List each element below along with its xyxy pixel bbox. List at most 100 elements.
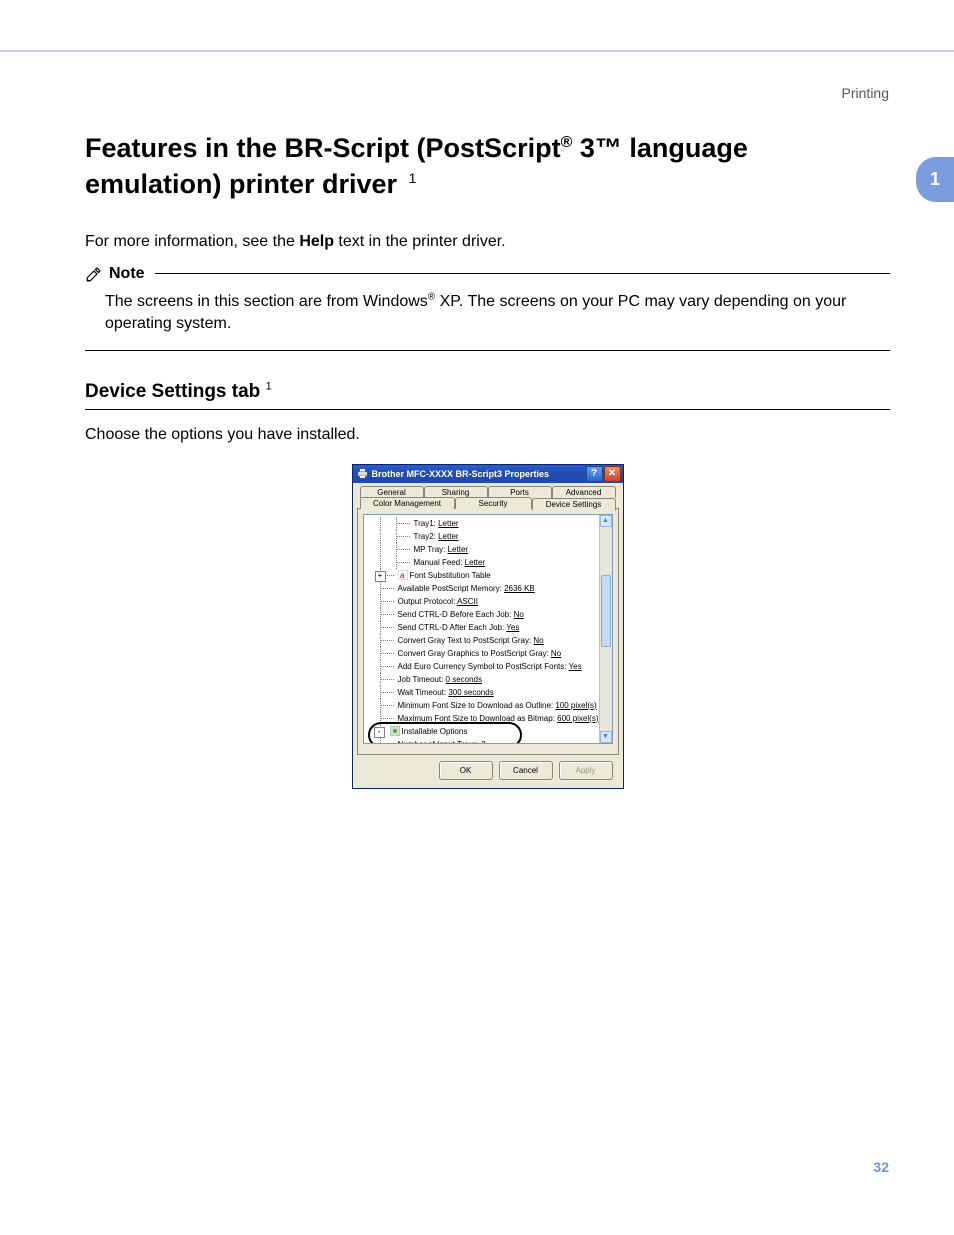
apply-button[interactable]: Apply — [559, 761, 613, 780]
intro-paragraph: For more information, see the Help text … — [85, 233, 890, 251]
page-title: Features in the BR-Script (PostScript® 3… — [85, 130, 890, 203]
tree-item[interactable]: Manual Feed: Letter — [368, 556, 612, 569]
tree-item-label: Manual Feed: — [414, 558, 465, 567]
note-body-pre: The screens in this section are from Win… — [105, 293, 428, 310]
tree-item[interactable]: Convert Gray Graphics to PostScript Gray… — [368, 647, 612, 660]
tree-item-value[interactable]: 100 pixel(s) — [555, 701, 596, 710]
cancel-button[interactable]: Cancel — [499, 761, 553, 780]
tab-security[interactable]: Security — [455, 497, 532, 509]
printer-app-icon — [357, 468, 368, 479]
header-section-label: Printing — [842, 85, 889, 101]
tab-device-settings[interactable]: Device Settings — [532, 498, 616, 511]
section-rule — [85, 409, 890, 410]
tree-item[interactable]: - Installable Options — [368, 725, 612, 738]
tree-item-label: Send CTRL-D After Each Job: — [398, 623, 507, 632]
note-pencil-icon — [85, 265, 103, 283]
note-label: Note — [109, 265, 145, 283]
title-part-1: Features in the BR-Script (PostScript — [85, 133, 561, 163]
note-body: The screens in this section are from Win… — [85, 291, 890, 336]
tree-item[interactable]: + aFont Substitution Table — [368, 569, 612, 582]
tree-item-label: Send CTRL-D Before Each Job: — [398, 610, 514, 619]
tree-item-label: Wait Timeout: — [398, 688, 449, 697]
tree-item[interactable]: Job Timeout: 0 seconds — [368, 673, 612, 686]
tree-item[interactable]: Number of Input Trays: 2 — [368, 738, 612, 744]
settings-tree[interactable]: Tray1: LetterTray2: LetterMP Tray: Lette… — [363, 514, 613, 744]
tree-item-label: Convert Gray Graphics to PostScript Gray… — [398, 649, 551, 658]
section-heading-marker: 1 — [266, 380, 272, 392]
tree-item-label: MP Tray: — [414, 545, 448, 554]
page-number: 32 — [873, 1159, 889, 1175]
tree-item[interactable]: Send CTRL-D Before Each Job: No — [368, 608, 612, 621]
tree-item[interactable]: Output Protocol: ASCII — [368, 595, 612, 608]
tab-color-management[interactable]: Color Management — [360, 497, 455, 509]
tree-item-value[interactable]: Letter — [438, 532, 458, 541]
scroll-thumb[interactable] — [601, 575, 611, 647]
section-intro: Choose the options you have installed. — [85, 426, 890, 444]
tab-panel: Tray1: LetterTray2: LetterMP Tray: Lette… — [357, 508, 619, 755]
tree-item-value[interactable]: 2636 KB — [504, 584, 535, 593]
tree-item-value[interactable]: Letter — [438, 519, 458, 528]
tree-item-label: Number of Input Trays: — [398, 740, 482, 744]
tree-item[interactable]: Wait Timeout: 300 seconds — [368, 686, 612, 699]
font-icon: a — [398, 570, 408, 580]
tree-item[interactable]: Tray2: Letter — [368, 530, 612, 543]
collapse-icon[interactable]: - — [374, 727, 385, 738]
tree-item-label: Minimum Font Size to Download as Outline… — [398, 701, 556, 710]
tree-item[interactable]: Send CTRL-D After Each Job: Yes — [368, 621, 612, 634]
tree-item-label: Job Timeout: — [398, 675, 446, 684]
chapter-thumb-tab: 1 — [916, 157, 954, 202]
close-button[interactable]: ✕ — [604, 466, 621, 482]
expand-icon[interactable]: + — [375, 571, 386, 582]
tree-item-value[interactable]: No — [514, 610, 524, 619]
tree-item-label: Convert Gray Text to PostScript Gray: — [398, 636, 534, 645]
tree-item[interactable]: Add Euro Currency Symbol to PostScript F… — [368, 660, 612, 673]
tree-item[interactable]: Convert Gray Text to PostScript Gray: No — [368, 634, 612, 647]
tree-item-label: Maximum Font Size to Download as Bitmap: — [398, 714, 558, 723]
tree-item-label: Add Euro Currency Symbol to PostScript F… — [398, 662, 569, 671]
scroll-up-arrow[interactable]: ▲ — [600, 515, 612, 527]
tree-item[interactable]: Maximum Font Size to Download as Bitmap:… — [368, 712, 612, 725]
tree-item-value[interactable]: 600 pixel(s) — [557, 714, 598, 723]
tree-item[interactable]: Available PostScript Memory: 2636 KB — [368, 582, 612, 595]
title-sub-marker: 1 — [409, 170, 417, 186]
tree-item-label: Output Protocol: — [398, 597, 458, 606]
tree-item-value[interactable]: Yes — [569, 662, 582, 671]
options-icon — [390, 726, 400, 736]
tree-item-label: Tray1: — [414, 519, 439, 528]
help-button[interactable]: ? — [586, 466, 603, 482]
scroll-down-arrow[interactable]: ▼ — [600, 731, 612, 743]
intro-post: text in the printer driver. — [334, 233, 506, 250]
tree-item-label: Installable Options — [402, 727, 468, 736]
tree-item-value[interactable]: Letter — [465, 558, 485, 567]
tree-item-value[interactable]: Yes — [506, 623, 519, 632]
dialog-titlebar[interactable]: Brother MFC-XXXX BR-Script3 Properties ?… — [353, 465, 623, 483]
tree-scrollbar[interactable]: ▲ ▼ — [599, 515, 612, 743]
tree-item-value[interactable]: Letter — [448, 545, 468, 554]
dialog-title-text: Brother MFC-XXXX BR-Script3 Properties — [372, 469, 550, 479]
tree-item-value[interactable]: ASCII — [457, 597, 478, 606]
intro-pre: For more information, see the — [85, 233, 299, 250]
note-bottom-rule — [85, 350, 890, 351]
tree-item-label: Font Substitution Table — [410, 571, 491, 580]
registered-symbol: ® — [561, 134, 573, 151]
tab-strip: General Sharing Ports Advanced Color Man… — [357, 486, 619, 755]
tree-item-value[interactable]: 2 — [481, 740, 485, 744]
section-heading: Device Settings tab 1 — [85, 381, 890, 403]
intro-bold: Help — [299, 233, 334, 250]
tree-item-value[interactable]: 300 seconds — [448, 688, 493, 697]
tree-item-value[interactable]: No — [551, 649, 561, 658]
tree-item-value[interactable]: 0 seconds — [446, 675, 482, 684]
section-heading-text: Device Settings tab — [85, 381, 260, 402]
footer-accent-bar — [902, 1157, 954, 1179]
properties-dialog: Brother MFC-XXXX BR-Script3 Properties ?… — [352, 464, 624, 789]
tree-item[interactable]: Minimum Font Size to Download as Outline… — [368, 699, 612, 712]
tree-item[interactable]: Tray1: Letter — [368, 517, 612, 530]
tree-item-label: Tray2: — [414, 532, 439, 541]
note-block: Note The screens in this section are fro… — [85, 265, 890, 351]
ok-button[interactable]: OK — [439, 761, 493, 780]
note-top-rule — [155, 273, 890, 274]
tree-item[interactable]: MP Tray: Letter — [368, 543, 612, 556]
tree-item-value[interactable]: No — [533, 636, 543, 645]
tree-item-label: Available PostScript Memory: — [398, 584, 505, 593]
top-accent-bar — [0, 50, 954, 52]
